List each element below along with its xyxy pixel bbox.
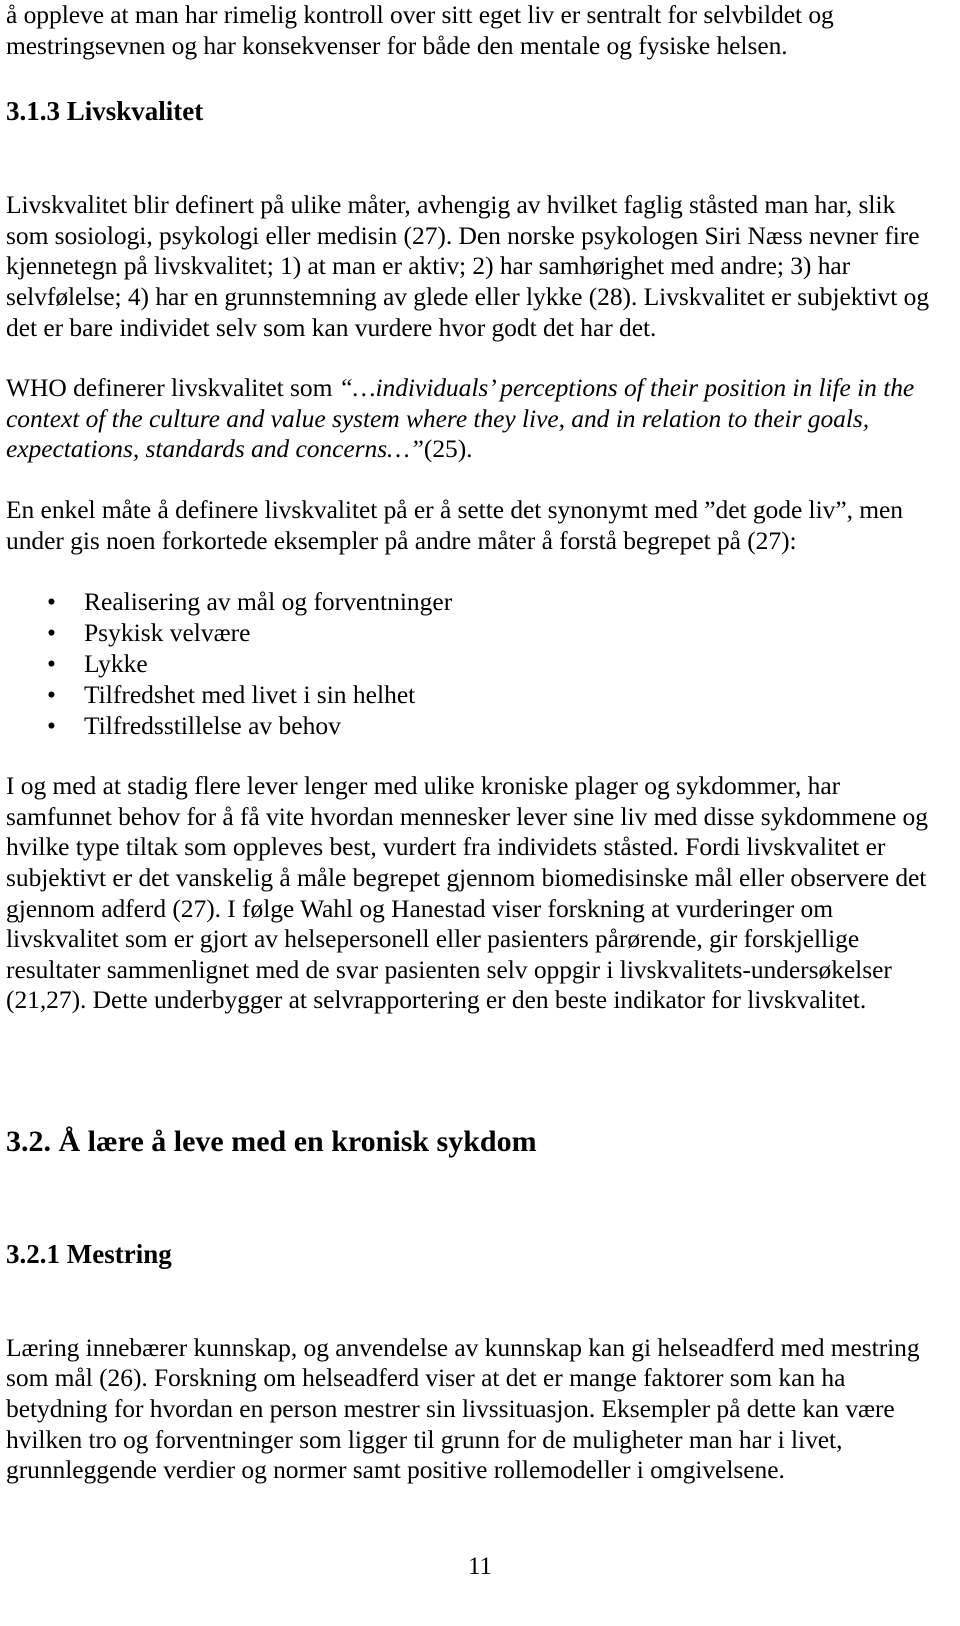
paragraph-stadig-flere: I og med at stadig flere lever lenger me… <box>6 771 928 1015</box>
list-item-label: Tilfredshet med livet i sin helhet <box>84 680 416 710</box>
who-lead-text: WHO definerer livskvalitet som <box>6 373 339 403</box>
paragraph-intro-continuation: å oppleve at man har rimelig kontroll ov… <box>6 0 834 60</box>
page-number: 11 <box>467 1553 493 1580</box>
page-content: å oppleve at man har rimelig kontroll ov… <box>6 0 936 1486</box>
heading-3-2-lare-a-leve: 3.2. Å lære å leve med en kronisk sykdom <box>6 1124 537 1158</box>
heading-3-1-3-livskvalitet: 3.1.3 Livskvalitet <box>6 96 204 127</box>
list-item-label: Realisering av mål og forventninger <box>84 587 453 617</box>
bullet-icon: • <box>47 587 56 617</box>
list-item-label: Tilfredsstillelse av behov <box>84 711 341 741</box>
list-item: • Tilfredshet med livet i sin helhet <box>6 679 936 710</box>
who-reference: (25). <box>423 434 473 464</box>
list-item: • Realisering av mål og forventninger <box>6 586 936 617</box>
bullet-icon: • <box>47 618 56 648</box>
paragraph-livskvalitet-definition: Livskvalitet blir definert på ulike måte… <box>6 190 930 342</box>
bullet-icon: • <box>47 680 56 710</box>
list-item-label: Lykke <box>84 649 148 679</box>
paragraph-who-definition: WHO definerer livskvalitet som “…individ… <box>6 373 936 465</box>
bullet-icon: • <box>47 711 56 741</box>
heading-3-2-1-mestring: 3.2.1 Mestring <box>6 1238 172 1269</box>
list-item-label: Psykisk velvære <box>84 618 251 648</box>
bullet-list-livskvalitet: • Realisering av mål og forventninger • … <box>6 586 936 741</box>
bullet-icon: • <box>47 649 56 679</box>
list-item: • Tilfredsstillelse av behov <box>6 710 936 741</box>
paragraph-mestring: Læring innebærer kunnskap, og anvendelse… <box>6 1332 920 1485</box>
paragraph-enkel-mate: En enkel måte å definere livskvalitet på… <box>6 494 903 555</box>
document-page: å oppleve at man har rimelig kontroll ov… <box>0 0 960 1626</box>
list-item: • Lykke <box>6 648 936 679</box>
list-item: • Psykisk velvære <box>6 617 936 648</box>
